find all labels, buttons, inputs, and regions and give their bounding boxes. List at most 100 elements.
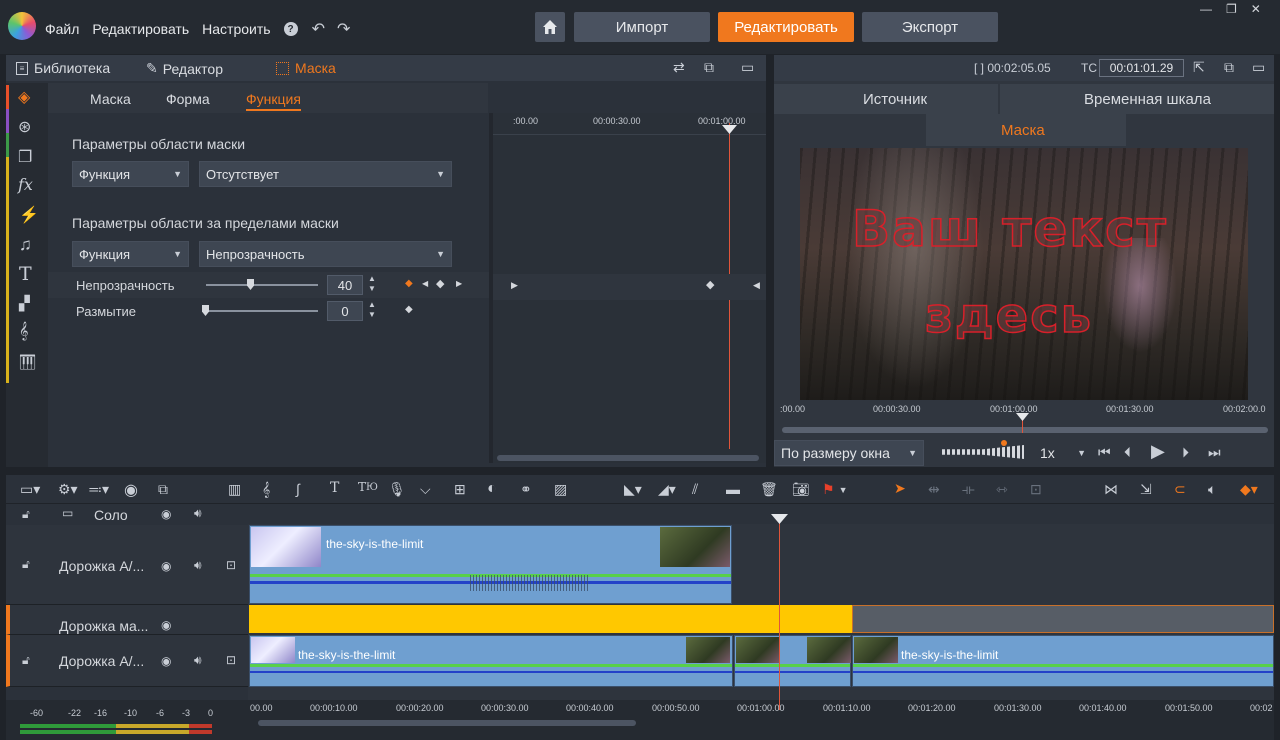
outside-effect-dropdown[interactable]: Непрозрачность ▼ xyxy=(199,241,452,267)
external-window-icon[interactable]: ⇱ xyxy=(1193,59,1205,76)
speaker-icon[interactable]: 🔊︎ xyxy=(194,558,202,573)
blur-input[interactable]: 0 xyxy=(327,301,363,321)
eye-icon[interactable]: ◉ xyxy=(161,618,171,632)
pointer-icon[interactable]: ➤ xyxy=(894,480,906,497)
keyframe-add-icon[interactable]: ◆ xyxy=(405,278,413,289)
speaker-icon[interactable]: 🔊︎ xyxy=(194,653,202,668)
timecode-input[interactable]: 00:01:01.29 xyxy=(1099,59,1184,77)
layout-icon[interactable]: ▭ xyxy=(741,59,754,76)
timeline-scrollbar[interactable] xyxy=(258,720,636,726)
preview-scrub-bar[interactable] xyxy=(782,427,1268,433)
undo-icon[interactable]: ↶ xyxy=(312,19,325,39)
music-icon[interactable]: ♫ xyxy=(19,235,32,255)
video-clip[interactable]: the-sky-is-the-limit xyxy=(249,525,732,604)
import-button[interactable]: Импорт xyxy=(574,12,710,42)
marker-out-icon[interactable]: ◢▾ xyxy=(658,481,676,498)
mask-function-dropdown[interactable]: Функция ▼ xyxy=(72,161,189,187)
track-layout-icon[interactable]: ▭▾ xyxy=(20,481,40,498)
magnet-icon[interactable]: ⊂ xyxy=(1174,481,1186,498)
track-header-1[interactable]: 🔓︎ Дорожка А/... ◉ 🔊︎ ⊡ xyxy=(6,525,248,605)
blur-stepper[interactable]: ▲ ▼ xyxy=(368,300,376,320)
detach-icon[interactable]: ⧉ xyxy=(1224,59,1234,76)
monitor-icon[interactable]: ⊡ xyxy=(226,653,236,667)
timeline-tracks[interactable]: the-sky-is-the-limit the-sky-is-the-limi… xyxy=(248,504,1274,700)
preview-tab-source[interactable]: Источник xyxy=(774,84,998,114)
swap-icon[interactable]: ⇄ xyxy=(673,59,685,76)
subtab-mask[interactable]: Маска xyxy=(90,91,131,107)
tab-library[interactable]: ≡ Библиотека xyxy=(16,60,110,76)
preview-tab-timeline[interactable]: Временная шкала xyxy=(1000,84,1274,114)
piano-icon[interactable]: 🎹︎ xyxy=(18,353,37,371)
stack-icon[interactable]: ❐ xyxy=(18,147,32,167)
storyboard-icon[interactable]: ⧉ xyxy=(158,481,168,498)
subtab-function[interactable]: Функция xyxy=(246,91,301,111)
go-to-start-icon[interactable]: ⏮ xyxy=(1098,444,1111,461)
tab-mask[interactable]: Маска xyxy=(276,60,336,76)
mask-clip[interactable] xyxy=(249,605,852,633)
video-clip[interactable] xyxy=(734,635,851,687)
snapshot-icon[interactable]: 📷︎ xyxy=(792,481,810,498)
preview-ruler[interactable]: :00.00 00:00:30.00 00:01:00.00 00:01:30.… xyxy=(780,402,1270,422)
help-icon[interactable]: ? xyxy=(283,22,298,36)
home-button[interactable] xyxy=(535,12,565,42)
play-icon[interactable]: ▶ xyxy=(1151,441,1165,462)
edit-button[interactable]: Редактировать xyxy=(718,12,854,42)
lightning-icon[interactable]: ⚡ xyxy=(19,205,39,225)
solo-track-icon[interactable]: ▭ xyxy=(62,506,73,520)
timeline-ruler[interactable]: 00.00 00:00:10.00 00:00:20.00 00:00:30.0… xyxy=(248,700,1274,740)
layers-icon[interactable]: ◈ xyxy=(18,87,30,107)
marker-flag-icon[interactable]: ⚑ ▼ xyxy=(822,481,847,498)
stretch-icon[interactable]: ⊡ xyxy=(1030,481,1042,498)
transition-icon[interactable]: ⌵ xyxy=(420,481,431,498)
video-preview[interactable]: Ваш текст здесь xyxy=(800,148,1248,400)
insert-mode-icon[interactable]: ⇲ xyxy=(1140,481,1152,498)
lock-icon[interactable]: 🔓︎ xyxy=(22,507,30,522)
lock-icon[interactable]: 🔓︎ xyxy=(22,557,30,572)
blur-slider-thumb[interactable] xyxy=(202,305,209,316)
go-to-end-icon[interactable]: ⏭ xyxy=(1208,444,1221,461)
speed-dropdown[interactable]: 1x ▼ xyxy=(1034,440,1092,466)
track-height-icon[interactable]: ≕▾ xyxy=(88,481,109,498)
menu-settings[interactable]: Настроить xyxy=(202,21,270,37)
outside-function-dropdown[interactable]: Функция ▼ xyxy=(72,241,189,267)
montage-icon[interactable]: ▞ xyxy=(19,295,30,312)
marker-in-icon[interactable]: ◣▾ xyxy=(624,481,642,498)
microphone-icon[interactable]: 🎙︎ xyxy=(388,481,406,498)
eye-icon[interactable]: ◉ xyxy=(161,559,171,573)
trim-icon[interactable]: ▬ xyxy=(726,481,740,497)
opacity-stepper[interactable]: ▲ ▼ xyxy=(368,274,376,294)
keyframe-scrollbar[interactable] xyxy=(497,455,759,461)
track-header-mask[interactable]: Дорожка ма... ◉ xyxy=(6,605,248,635)
pan-zoom-icon[interactable]: ▨ xyxy=(554,481,567,498)
keyframe-marker-icon[interactable]: ◆ xyxy=(706,278,714,291)
eye-icon[interactable]: ◉ xyxy=(161,507,171,521)
lock-icon[interactable]: 🔓︎ xyxy=(22,653,30,668)
keyframe-add-icon[interactable]: ◆ xyxy=(405,304,413,315)
audio-scrub-icon[interactable]: 🔈︎ xyxy=(1208,481,1216,498)
jog-shuttle[interactable] xyxy=(942,445,1024,459)
monitor-icon[interactable]: ⊡ xyxy=(226,558,236,572)
mask-clip-rest[interactable] xyxy=(852,605,1274,633)
subtab-shape[interactable]: Форма xyxy=(166,91,210,107)
title-icon[interactable]: T xyxy=(19,263,32,285)
step-forward-icon[interactable]: ⏵ xyxy=(1182,444,1189,461)
fx-icon[interactable]: fx xyxy=(18,175,33,194)
drop-menu-icon[interactable]: ◆▾ xyxy=(1240,481,1258,498)
link-icon[interactable]: ⚭ xyxy=(520,481,532,498)
score-icon[interactable]: 𝄞 xyxy=(19,323,28,341)
slide-icon[interactable]: ⇿ xyxy=(996,481,1008,498)
close-button[interactable]: ✕ xyxy=(1251,2,1261,16)
split-view-icon[interactable]: ⋈ xyxy=(1104,481,1118,498)
speaker-icon[interactable]: 🔊︎ xyxy=(194,506,202,521)
menu-file[interactable]: Файл xyxy=(45,21,79,37)
keyframe-icon[interactable]: ◆ xyxy=(436,277,444,290)
sound-effect-icon[interactable]: ∫ xyxy=(296,481,300,497)
video-clip[interactable]: the-sky-is-the-limit xyxy=(249,635,733,687)
eye-icon[interactable]: ◉ xyxy=(161,654,171,668)
track-header-2[interactable]: 🔓︎ Дорожка А/... ◉ 🔊︎ ⊡ xyxy=(6,635,248,687)
film-reel-icon[interactable]: ⊛ xyxy=(18,117,31,137)
slip-icon[interactable]: ⟛ xyxy=(962,481,975,498)
minimize-button[interactable]: — xyxy=(1200,2,1212,16)
preview-subtab-mask[interactable]: Маска xyxy=(926,114,1126,146)
tab-editor[interactable]: ✎ Редактор xyxy=(146,60,223,77)
